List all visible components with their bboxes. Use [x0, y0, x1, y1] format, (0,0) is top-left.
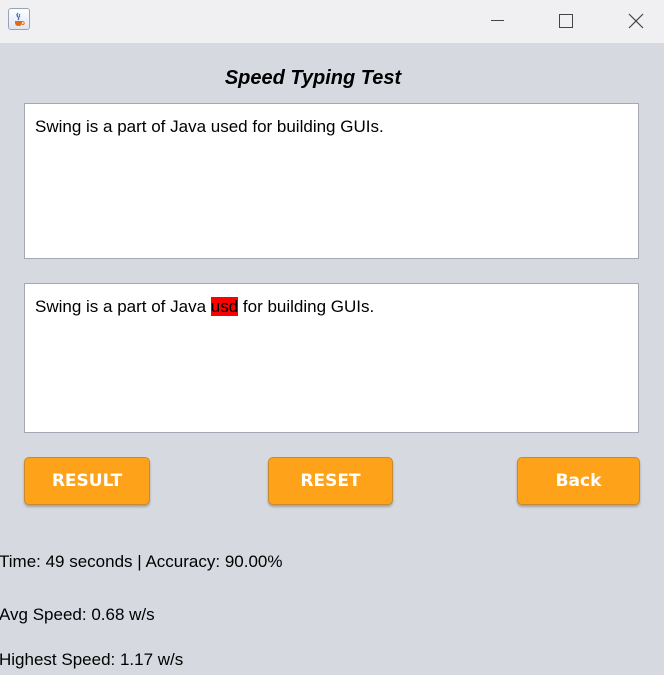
reference-text-area: Swing is a part of Java used for buildin…: [24, 103, 639, 259]
result-button[interactable]: RESULT: [24, 457, 150, 505]
typed-text-after: for building GUIs.: [238, 297, 375, 316]
time-accuracy-label: Time: 49 seconds | Accuracy: 90.00%: [0, 552, 283, 571]
minimize-icon: [491, 20, 504, 21]
page-title: Speed Typing Test: [224, 67, 402, 89]
typing-input-area[interactable]: Swing is a part of Java usd for building…: [24, 283, 639, 433]
avg-speed-label: Avg Speed: 0.68 w/s: [0, 605, 155, 624]
highest-speed-label: Highest Speed: 1.17 w/s: [0, 650, 184, 669]
maximize-button[interactable]: [530, 0, 600, 43]
title-bar: [0, 0, 664, 43]
typed-text-error: usd: [210, 297, 239, 316]
java-coffee-cup-icon: [8, 8, 30, 30]
reset-button[interactable]: RESET: [268, 457, 393, 505]
back-button[interactable]: Back: [517, 457, 640, 505]
close-button[interactable]: [600, 0, 664, 43]
minimize-button[interactable]: [462, 0, 532, 43]
close-icon: [628, 13, 644, 29]
maximize-icon: [559, 14, 573, 28]
typed-text-before: Swing is a part of Java: [35, 297, 211, 316]
reference-text: Swing is a part of Java used for buildin…: [35, 117, 384, 136]
